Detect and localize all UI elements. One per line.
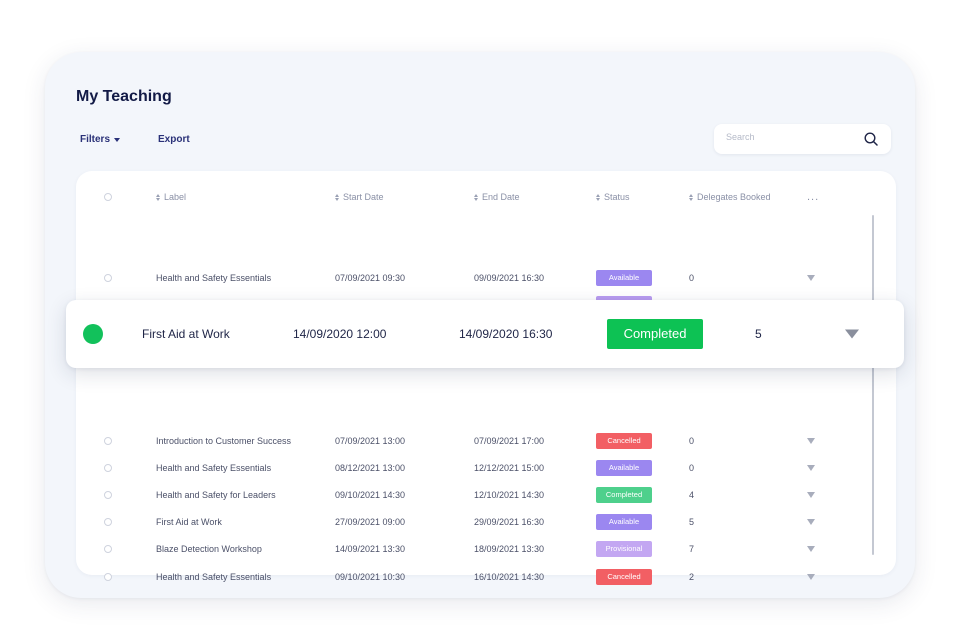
status-badge: Available [596,459,652,476]
row-start-date: 08/12/2021 13:00 [335,462,406,473]
row-label: Blaze Detection Workshop [156,544,262,555]
row-label: First Aid at Work [156,517,222,528]
row-end-date: 12/12/2021 15:00 [474,462,545,473]
export-label: Export [158,134,190,145]
expand-row-icon[interactable] [807,491,815,498]
row-start-date: 09/10/2021 10:30 [335,571,406,582]
row-start-date: 27/09/2021 09:00 [335,517,406,528]
row-delegates: 0 [689,272,695,283]
highlight-label: First Aid at Work [142,327,230,341]
expand-row-icon[interactable] [807,274,815,281]
column-header-label-text: Label [164,191,187,202]
row-label: Health and Safety for Leaders [156,489,276,500]
search-box[interactable] [714,124,891,154]
select-all-radio[interactable] [104,192,112,201]
chevron-down-icon [114,137,121,142]
table-row[interactable]: Health and Safety for Leaders 09/10/2021 … [76,481,896,508]
expand-row-icon[interactable] [807,546,815,553]
column-header-status[interactable]: Status [596,192,630,202]
column-header-delegates[interactable]: Delegates Booked [689,192,771,202]
expand-row-icon[interactable] [807,519,815,526]
page-title: My Teaching [76,88,172,105]
table-row[interactable]: Health and Safety Essentials 07/09/2021 0… [76,264,896,291]
row-end-date: 18/09/2021 13:30 [474,544,545,555]
row-end-date: 07/09/2021 17:00 [474,435,545,446]
search-input[interactable] [724,131,858,143]
table-row[interactable]: Health and Safety Essentials 08/12/2021 1… [76,454,896,481]
sort-icon [335,193,339,201]
column-header-label[interactable]: Label [156,192,186,202]
row-select-radio[interactable] [104,463,112,472]
row-start-date: 09/10/2021 14:30 [335,489,406,500]
column-header-end[interactable]: End Date [474,192,520,202]
row-end-date: 12/10/2021 14:30 [474,489,545,500]
sort-icon [474,193,478,201]
table-row[interactable]: Health and Safety Essentials 09/10/2021 1… [76,563,896,590]
scrollbar[interactable] [872,215,874,555]
row-end-date: 09/09/2021 16:30 [474,272,545,283]
row-end-date: 29/09/2021 16:30 [474,517,545,528]
export-button[interactable]: Export [158,134,190,145]
table-row[interactable]: First Aid at Work 27/09/2021 09:00 29/09/2… [76,509,896,536]
row-label: Health and Safety Essentials [156,272,272,283]
row-select-radio[interactable] [104,273,112,282]
status-badge: Completed [596,486,652,503]
row-delegates: 0 [689,435,695,446]
column-header-status-text: Status [604,191,630,202]
expand-row-icon[interactable] [807,464,815,471]
status-badge: Available [596,269,652,286]
table-row[interactable]: Introduction to Customer Success 07/09/20… [76,427,896,454]
row-delegates: 7 [689,544,695,555]
filters-label: Filters [80,134,111,145]
teaching-table: Label Start Date End Date Status Delegat… [76,171,896,585]
table-row[interactable]: Blaze Detection Workshop 14/09/2021 13:30… [76,536,896,563]
status-badge: Provisional [596,541,652,558]
column-header-delegates-text: Delegates Booked [697,191,771,202]
highlight-status-badge: Completed [607,319,703,349]
row-select-radio[interactable] [104,490,112,499]
row-delegates: 5 [689,517,695,528]
row-label: Health and Safety Essentials [156,571,272,582]
highlight-start: 14/09/2020 12:00 [293,327,387,341]
expand-row-icon[interactable] [807,573,815,580]
row-label: Introduction to Customer Success [156,435,292,446]
expand-row-icon[interactable] [807,437,815,444]
status-badge: Cancelled [596,568,652,585]
sort-icon [156,193,160,201]
row-select-radio[interactable] [104,436,112,445]
row-delegates: 0 [689,462,695,473]
row-label: Health and Safety Essentials [156,462,272,473]
row-select-radio[interactable] [104,518,112,527]
row-start-date: 07/09/2021 13:00 [335,435,406,446]
row-start-date: 07/09/2021 09:30 [335,272,406,283]
highlighted-row[interactable]: First Aid at Work 14/09/2020 12:00 14/09… [66,300,904,368]
status-badge: Available [596,514,652,531]
row-end-date: 16/10/2021 14:30 [474,571,545,582]
sort-icon [689,193,693,201]
more-options-icon[interactable]: ... [807,191,819,203]
highlight-end: 14/09/2020 16:30 [459,327,553,341]
filters-button[interactable]: Filters [80,134,121,145]
row-start-date: 14/09/2021 13:30 [335,544,406,555]
row-delegates: 2 [689,571,695,582]
expand-row-icon[interactable] [845,329,859,339]
highlight-delegates: 5 [755,327,762,341]
table-header: Label Start Date End Date Status Delegat… [76,183,896,210]
row-delegates: 4 [689,489,695,500]
column-header-end-text: End Date [482,191,520,202]
sort-icon [596,193,600,201]
row-select-radio[interactable] [104,545,112,554]
search-icon[interactable] [864,132,878,146]
row-select-radio[interactable] [104,572,112,581]
status-badge: Cancelled [596,432,652,449]
column-header-start-text: Start Date [343,191,384,202]
selected-indicator[interactable] [83,324,103,344]
column-header-start[interactable]: Start Date [335,192,384,202]
